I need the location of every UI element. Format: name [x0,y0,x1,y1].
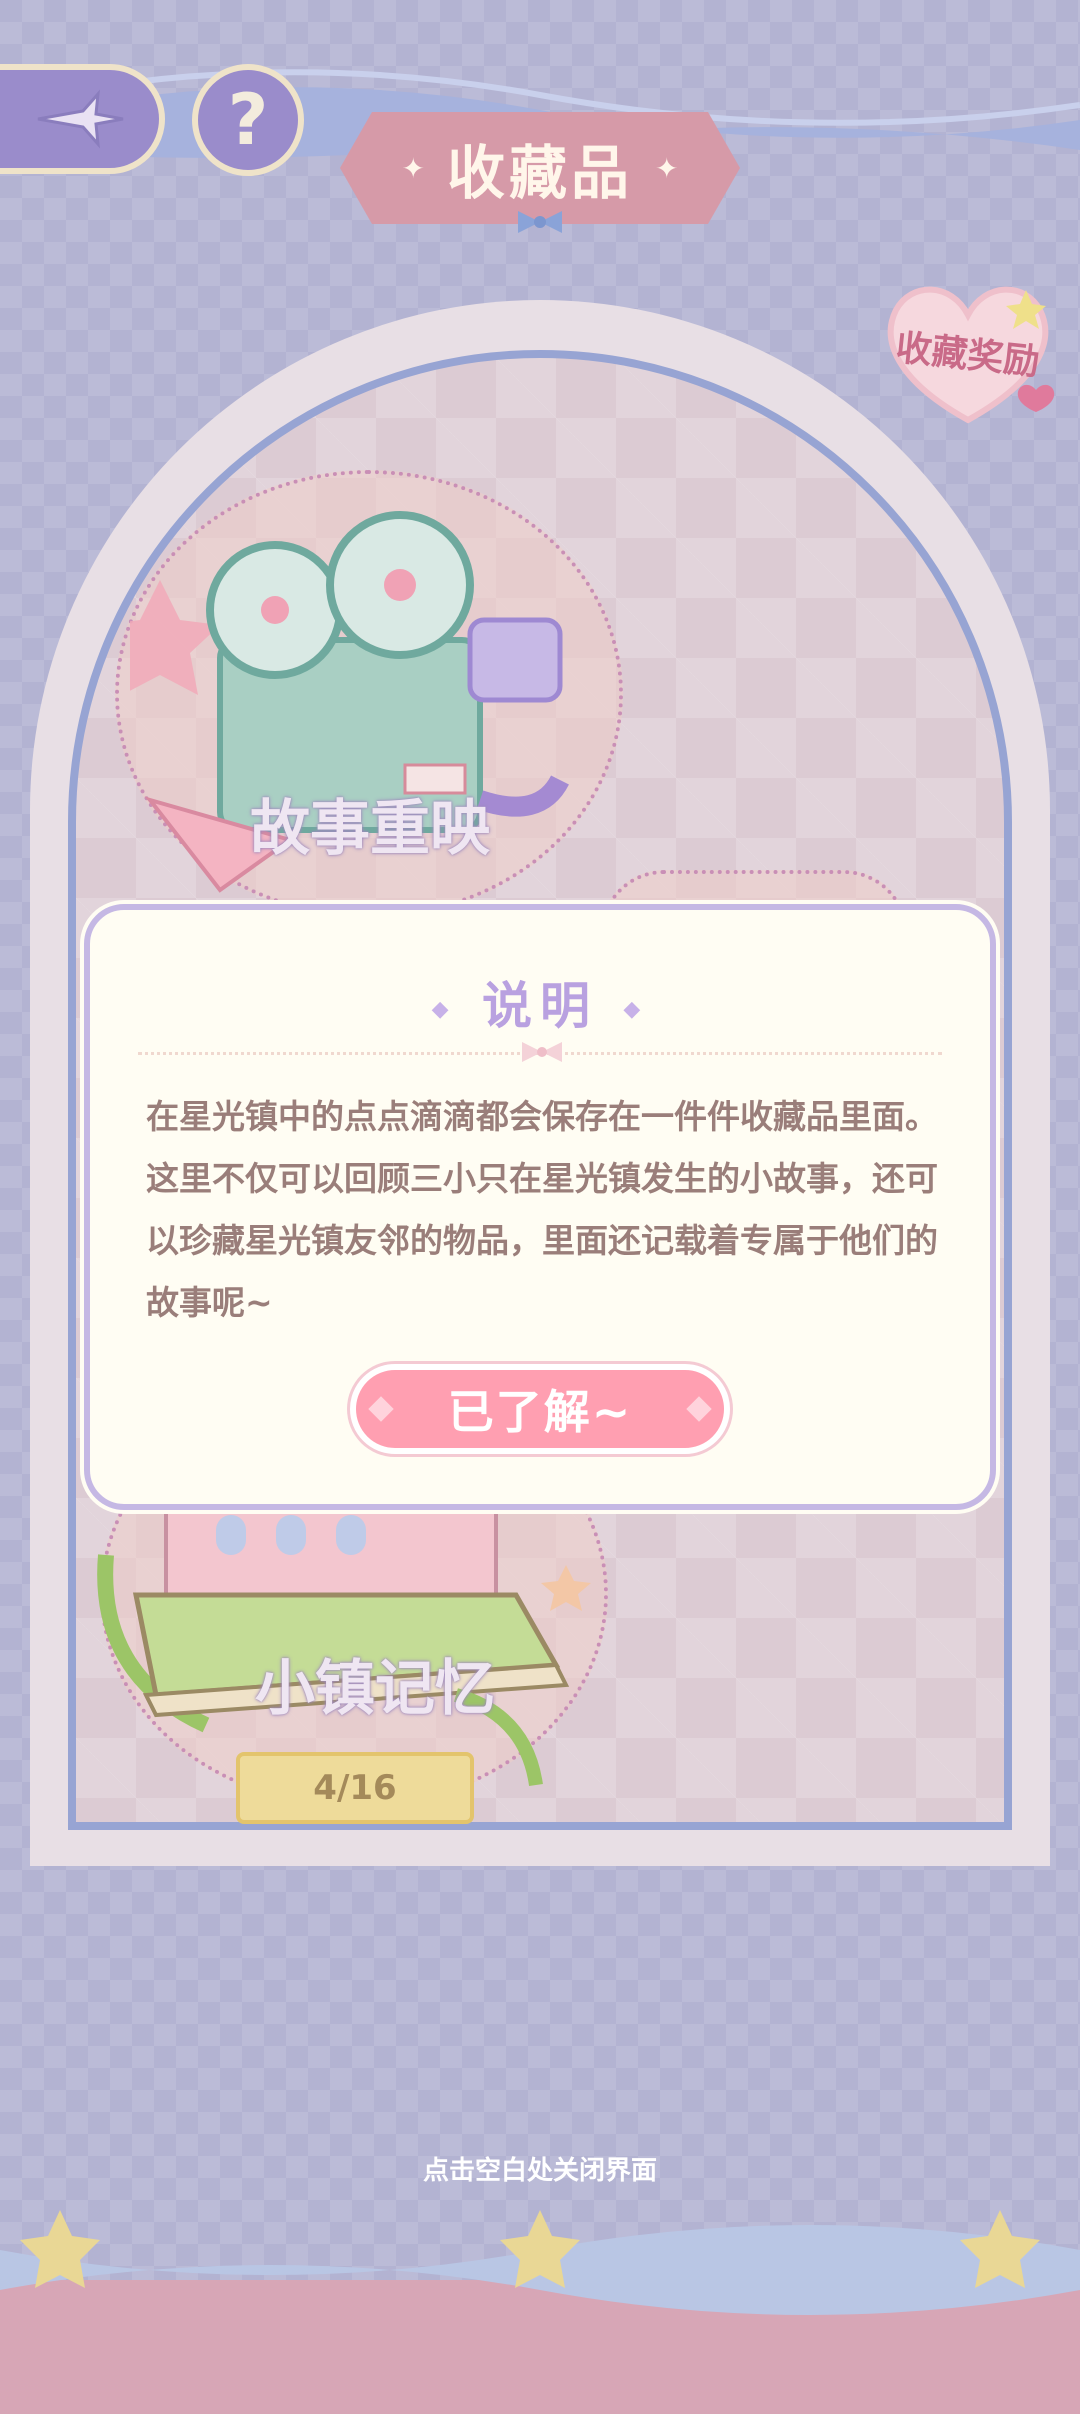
dialog-body-text: 在星光镇中的点点滴滴都会保存在一件件收藏品里面。这里不仅可以回顾三小只在星光镇发… [146,1097,938,1322]
diamond-icon: ◆ [431,997,457,1022]
confirm-button[interactable]: 已了解~ [350,1364,730,1454]
bow-icon [522,1042,562,1062]
sparkle-icon: ✦ [655,151,679,185]
collection-progress: 4/16 [236,1752,474,1824]
dialog-title: 说明 [482,977,598,1035]
diamond-icon: ◆ [623,997,649,1022]
sparkle-icon: ✦ [401,151,425,185]
help-icon: ? [227,79,269,161]
info-dialog: ◆ 说明 ◆ 在星光镇中的点点滴滴都会保存在一件件收藏品里面。这里不仅可以回顾三… [84,904,996,1510]
diamond-icon [368,1396,394,1422]
confirm-button-label: 已了解~ [447,1385,633,1439]
bottom-ribbon-decoration [0,2210,1080,2414]
diamond-icon [686,1396,712,1422]
bow-icon [518,211,562,233]
close-hint-text[interactable]: 点击空白处关闭界面 [0,2150,1080,2187]
collection-title-story: 故事重映 [250,794,490,864]
help-button[interactable]: ? [192,64,304,176]
dialog-title-row: ◆ 说明 ◆ [90,966,990,1038]
page-title: 收藏品 [446,139,633,207]
back-button[interactable] [0,64,165,174]
compass-star-icon [37,89,123,149]
collection-title-town: 小镇记忆 [255,1654,495,1724]
